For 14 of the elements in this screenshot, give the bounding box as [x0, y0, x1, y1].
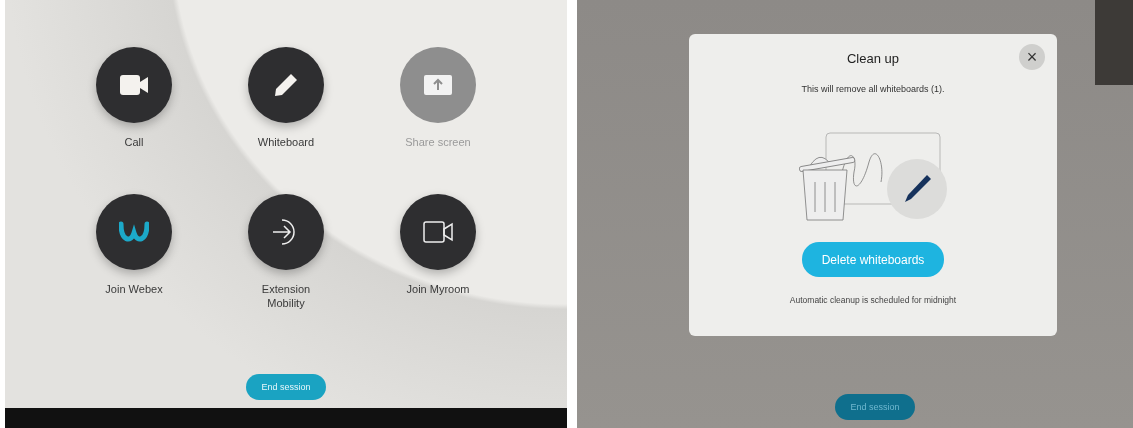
home-tile[interactable]: Join Webex	[58, 194, 210, 310]
home-tile[interactable]: Whiteboard	[210, 47, 362, 149]
cleanup-note: Automatic cleanup is scheduled for midnight	[789, 295, 957, 305]
dialog-message: This will remove all whiteboards (1).	[801, 84, 945, 94]
share-screen-icon	[424, 75, 452, 95]
home-tile[interactable]: Call	[58, 47, 210, 149]
webex-logo-icon	[119, 221, 149, 243]
video-camera-icon	[423, 221, 453, 243]
home-tile[interactable]: Extension Mobility	[210, 194, 362, 310]
video-camera-icon	[120, 75, 148, 95]
dialog-title: Clean up	[846, 51, 899, 66]
pencil-icon	[274, 73, 298, 97]
close-button[interactable]: ×	[1019, 44, 1045, 70]
home-tile[interactable]: Join Myroom	[362, 194, 514, 310]
